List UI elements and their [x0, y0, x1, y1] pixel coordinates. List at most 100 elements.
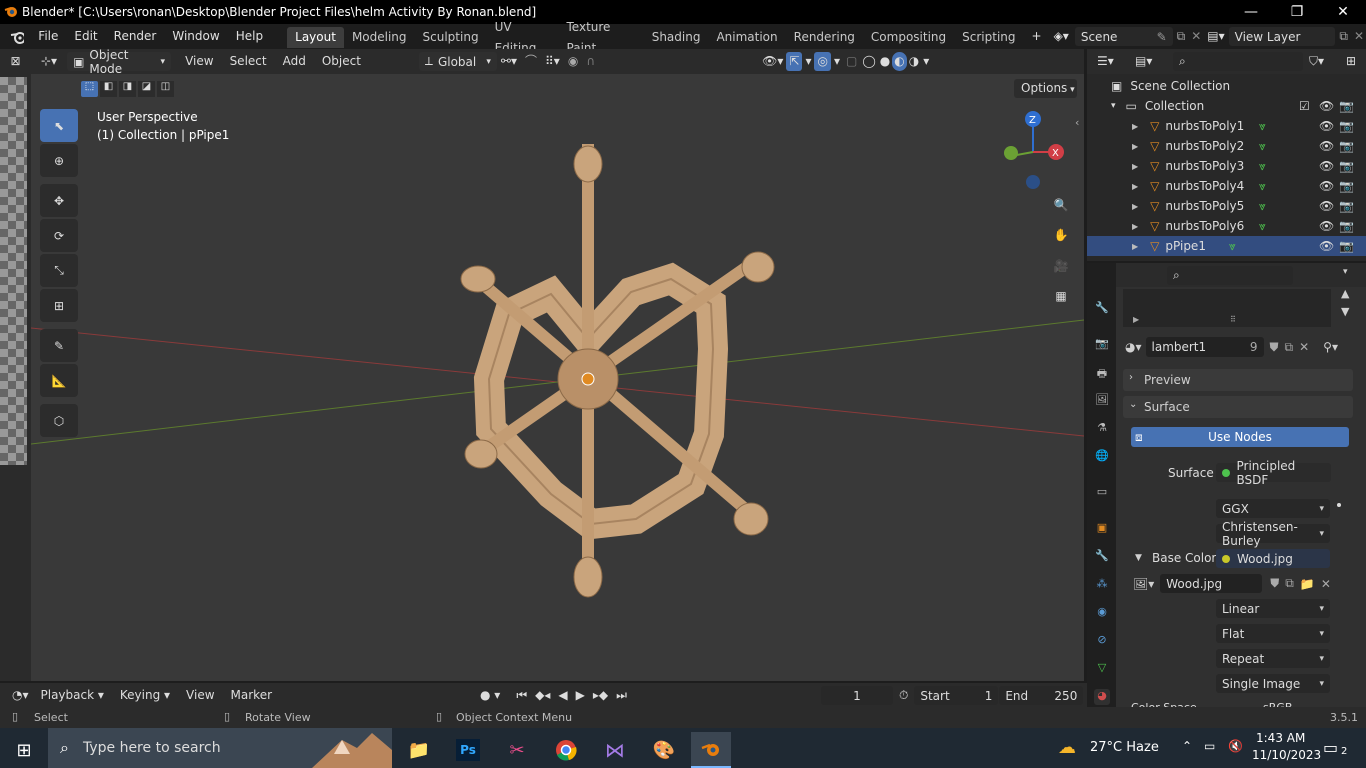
- menu-marker[interactable]: Marker: [223, 683, 280, 708]
- play-icon[interactable]: ▶: [572, 683, 589, 708]
- minimize-button[interactable]: —: [1228, 0, 1274, 24]
- chrome-icon[interactable]: [546, 732, 586, 768]
- visibility-eye-icon[interactable]: 👁: [1319, 139, 1334, 153]
- subsurface-method-dropdown[interactable]: Christensen-Burley ▾: [1216, 520, 1330, 548]
- expand-arrow-icon[interactable]: ▶: [1132, 142, 1138, 151]
- mesh-data-icon[interactable]: ⩔: [1259, 159, 1266, 174]
- menu-object[interactable]: Object: [314, 49, 369, 74]
- surface-panel-header[interactable]: ⌄ Surface: [1123, 396, 1353, 418]
- xray-icon[interactable]: ▢: [843, 49, 860, 74]
- blender-menu-icon[interactable]: [10, 30, 25, 44]
- visibility-eye-icon[interactable]: 👁: [1319, 159, 1334, 173]
- gizmo-dropdown-icon[interactable]: ▾: [802, 49, 814, 74]
- delete-scene-icon[interactable]: ✕: [1189, 24, 1203, 49]
- base-color-texture-field[interactable]: Wood.jpg: [1216, 549, 1330, 568]
- proportional-edit-icon[interactable]: ◉: [564, 49, 582, 74]
- constraints-tab-icon[interactable]: ⊘: [1094, 633, 1110, 649]
- surface-shader-field[interactable]: Principled BSDF: [1216, 459, 1331, 487]
- rotate-tool-icon[interactable]: ⟳: [40, 219, 78, 252]
- new-collection-icon[interactable]: ⊞: [1346, 54, 1356, 68]
- outliner-collection[interactable]: ▾ ▭ Collection ☑ 👁 📷: [1087, 96, 1366, 116]
- render-camera-icon[interactable]: 📷: [1339, 239, 1354, 253]
- slot-scroll-down-icon[interactable]: ▼: [1341, 305, 1349, 318]
- mesh-data-icon[interactable]: ⩔: [1259, 119, 1266, 134]
- expand-arrow-icon[interactable]: ▶: [1132, 202, 1138, 211]
- select-invert-icon[interactable]: ◪: [138, 81, 155, 97]
- filter-icon[interactable]: ⛉▾: [1309, 54, 1324, 69]
- mesh-data-icon[interactable]: ⩔: [1259, 199, 1266, 214]
- overlay-dropdown-icon[interactable]: ▾: [831, 49, 843, 74]
- particles-tab-icon[interactable]: ⁂: [1094, 577, 1110, 593]
- scene-name-field[interactable]: Scene ✎: [1074, 27, 1173, 46]
- expand-arrow-icon[interactable]: ▶: [1132, 122, 1138, 131]
- image-fake-user-icon[interactable]: ⛊: [1270, 576, 1279, 591]
- tab-modeling[interactable]: Modeling: [344, 27, 415, 48]
- view-layer-icon[interactable]: ▤▾: [1203, 24, 1228, 49]
- select-box-tool-icon[interactable]: ⬉: [40, 109, 78, 142]
- scene-tab-icon[interactable]: ⚗: [1094, 421, 1110, 437]
- image-duplicate-icon[interactable]: ⧉: [1285, 576, 1294, 591]
- material-preview-shading-icon[interactable]: ◐: [892, 52, 907, 71]
- mesh-data-icon[interactable]: ⩔: [1259, 139, 1266, 154]
- tab-compositing[interactable]: Compositing: [863, 27, 954, 48]
- new-view-layer-icon[interactable]: ⧉: [1335, 24, 1352, 49]
- visibility-eye-icon[interactable]: 👁: [1319, 199, 1334, 213]
- visual-studio-icon[interactable]: ⋈: [595, 732, 635, 768]
- material-selector[interactable]: ◕▾ lambert1 9 ⛊ ⧉ ✕ ⚲▾: [1125, 337, 1338, 357]
- mode-dropdown[interactable]: ▣ Object Mode ▾: [67, 48, 172, 76]
- rendered-shading-icon[interactable]: ◑: [907, 49, 921, 74]
- end-frame-field[interactable]: End 250: [999, 686, 1084, 705]
- menu-help[interactable]: Help: [228, 24, 271, 49]
- tab-scripting[interactable]: Scripting: [954, 27, 1023, 48]
- taskbar-search-box[interactable]: ⌕ Type here to search: [48, 728, 392, 768]
- use-nodes-button[interactable]: ⧈ Use Nodes: [1131, 427, 1349, 447]
- record-keyframe-icon[interactable]: ● ▾: [472, 683, 508, 708]
- tab-rendering[interactable]: Rendering: [786, 27, 863, 48]
- 3d-viewport[interactable]: User Perspective (1) Collection | pPipe1…: [31, 74, 1084, 681]
- menu-timeline-view[interactable]: View: [178, 683, 222, 708]
- measure-tool-icon[interactable]: 📐: [40, 364, 78, 397]
- pan-hand-icon[interactable]: ✋: [1049, 223, 1073, 247]
- current-frame-field[interactable]: 1: [820, 686, 893, 705]
- scene-selector-icon[interactable]: ◈▾: [1050, 24, 1073, 49]
- camera-view-icon[interactable]: 🎥: [1049, 254, 1073, 278]
- volume-muted-icon[interactable]: 🔇: [1228, 739, 1243, 753]
- menu-playback[interactable]: Playback ▾: [33, 683, 112, 708]
- object-tab-icon[interactable]: ▣: [1094, 521, 1110, 537]
- image-source-dropdown[interactable]: Single Image ▾: [1216, 674, 1330, 693]
- pivot-icon[interactable]: ⚯▾: [497, 49, 521, 74]
- cursor-tool-icon[interactable]: ⊕: [40, 144, 78, 177]
- image-selector[interactable]: 🖼▾ Wood.jpg ⛊ ⧉ 📁 ✕: [1133, 574, 1331, 593]
- select-subtract-icon[interactable]: ◨: [119, 81, 136, 97]
- outliner-item[interactable]: ▶ ▽ nurbsToPoly2 ⩔ 👁 📷: [1087, 136, 1366, 156]
- new-scene-icon[interactable]: ⧉: [1173, 24, 1190, 49]
- transform-tool-icon[interactable]: ⊞: [40, 289, 78, 322]
- collection-tab-icon[interactable]: ▭: [1094, 485, 1110, 501]
- render-camera-icon[interactable]: 📷: [1339, 119, 1354, 133]
- collection-visibility-icon[interactable]: 👁: [1319, 99, 1334, 113]
- jump-next-key-icon[interactable]: ▸◆: [589, 683, 612, 708]
- outliner-scene-collection[interactable]: ▣ Scene Collection: [1087, 76, 1366, 96]
- material-name-field[interactable]: lambert1 9: [1145, 337, 1264, 357]
- navigation-gizmo[interactable]: Z X: [991, 106, 1071, 191]
- scale-tool-icon[interactable]: ⤡: [40, 254, 78, 287]
- render-camera-icon[interactable]: 📷: [1339, 199, 1354, 213]
- zoom-icon[interactable]: 🔍: [1049, 193, 1073, 217]
- projection-dropdown[interactable]: Flat ▾: [1216, 624, 1330, 643]
- solid-shading-icon[interactable]: ●: [878, 49, 892, 74]
- outliner-item[interactable]: ▶ ▽ nurbsToPoly5 ⩔ 👁 📷: [1087, 196, 1366, 216]
- expand-arrow-icon[interactable]: ▶: [1132, 162, 1138, 171]
- photoshop-icon[interactable]: Ps: [448, 732, 488, 768]
- delete-view-layer-icon[interactable]: ✕: [1352, 24, 1366, 49]
- snap-icon[interactable]: ⌒: [521, 49, 541, 74]
- menu-window[interactable]: Window: [164, 24, 227, 49]
- snipping-tool-icon[interactable]: ✂: [497, 732, 537, 768]
- properties-search-input[interactable]: ⌕: [1167, 266, 1293, 285]
- wireframe-shading-icon[interactable]: ◯: [860, 49, 877, 74]
- menu-select[interactable]: Select: [222, 49, 275, 74]
- slot-resize-icon[interactable]: ⠿: [1230, 315, 1236, 324]
- view-layer-field[interactable]: View Layer: [1228, 27, 1336, 46]
- menu-view[interactable]: View: [177, 49, 221, 74]
- properties-options-icon[interactable]: ▾: [1343, 267, 1348, 277]
- overlay-toggle-icon[interactable]: ◎: [814, 52, 831, 71]
